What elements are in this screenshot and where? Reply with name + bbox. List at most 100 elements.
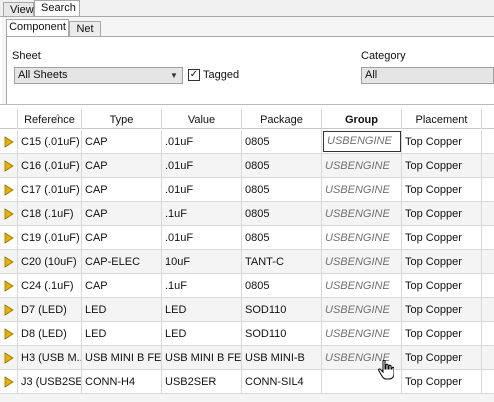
cell-reference[interactable]: H3 (USB M... (18, 346, 82, 370)
cell-placement[interactable]: Top Copper (402, 178, 482, 202)
cell-reference[interactable]: C20 (10uF) (18, 250, 82, 274)
cell-package[interactable]: SOD110 (242, 298, 322, 322)
tagged-checkbox[interactable]: ✓ (188, 69, 200, 81)
cell-type[interactable]: CAP (82, 178, 162, 202)
row-marker[interactable] (0, 154, 18, 178)
table-row[interactable]: C16 (.01uF) CAP .01uF 0805 USBENGINE Top Copp… (0, 154, 494, 178)
cell-group[interactable]: USBENGINE (322, 202, 402, 226)
table-row[interactable] (0, 394, 494, 402)
table-row[interactable]: D8 (LED) LED LED SOD110 USBENGINE Top Copper (0, 322, 494, 346)
cell-reference[interactable]: C18 (.1uF) (18, 202, 82, 226)
category-dropdown[interactable]: All (361, 67, 494, 84)
cell-value[interactable]: 10uF (162, 250, 242, 274)
cell-group[interactable]: USBENGINE (322, 130, 402, 154)
cell-package[interactable]: CONN-SIL4 (242, 370, 322, 394)
cell-value[interactable]: .1uF (162, 202, 242, 226)
row-marker[interactable] (0, 274, 18, 298)
table-row[interactable]: H3 (USB M...USB MINI B FE...USB MINI B F… (0, 346, 494, 370)
cell-placement[interactable]: Top Copper (402, 346, 482, 370)
cell-value[interactable]: .01uF (162, 154, 242, 178)
tab-search[interactable]: Search (34, 0, 80, 17)
cell-package[interactable]: USB MINI-B (242, 346, 322, 370)
cell-type[interactable]: CAP (82, 202, 162, 226)
table-row[interactable]: C15 (.01uF) CAP .01uF 0805 USBENGINE Top Copp… (0, 130, 494, 154)
cell-value[interactable]: LED (162, 322, 242, 346)
header-value[interactable]: Value (162, 109, 242, 129)
cell-type[interactable]: LED (82, 298, 162, 322)
cell-value[interactable]: .01uF (162, 178, 242, 202)
cell-value[interactable]: .1uF (162, 274, 242, 298)
cell-reference[interactable]: C15 (.01uF) (18, 130, 82, 154)
cell-placement[interactable]: Top Copper (402, 130, 482, 154)
cell-placement[interactable]: Top Copper (402, 274, 482, 298)
cell-type[interactable]: USB MINI B FE... (82, 346, 162, 370)
cell-package[interactable]: 0805 (242, 274, 322, 298)
cell-placement[interactable]: Top Copper (402, 154, 482, 178)
row-marker[interactable] (0, 178, 18, 202)
row-marker[interactable] (0, 322, 18, 346)
cell-group[interactable]: USBENGINE (322, 322, 402, 346)
row-marker[interactable] (0, 226, 18, 250)
cell-value[interactable]: LED (162, 298, 242, 322)
cell-package[interactable]: 0805 (242, 154, 322, 178)
header-group[interactable]: Group (322, 109, 402, 129)
cell-value[interactable]: USB MINI B FE... (162, 346, 242, 370)
group-edit-field[interactable]: USBENGINE (323, 131, 401, 152)
cell-placement[interactable]: Top Copper (402, 226, 482, 250)
cell-value[interactable]: USB2SER (162, 370, 242, 394)
table-row[interactable]: D7 (LED) LED LED SOD110 USBENGINE Top Copper (0, 298, 494, 322)
cell-group[interactable]: USBENGINE (322, 250, 402, 274)
cell-group[interactable]: USBENGINE (322, 274, 402, 298)
cell-value[interactable]: .01uF (162, 226, 242, 250)
row-marker[interactable] (0, 346, 18, 370)
cell-package[interactable]: 0805 (242, 178, 322, 202)
header-reference[interactable]: ^ Reference (18, 109, 82, 129)
table-row[interactable]: C24 (.1uF) CAP .1uF 0805 USBENGINE Top Copper (0, 274, 494, 298)
cell-package[interactable]: TANT-C (242, 250, 322, 274)
cell-type[interactable]: LED (82, 322, 162, 346)
cell-reference[interactable]: C16 (.01uF) (18, 154, 82, 178)
cell-reference[interactable]: J3 (USB2SER) (18, 370, 82, 394)
cell-placement[interactable]: Top Copper (402, 370, 482, 394)
cell-group[interactable]: USBENGINE (322, 154, 402, 178)
table-row[interactable]: J3 (USB2SER)CONN-H4USB2SERCONN-SIL4 Top C… (0, 370, 494, 394)
header-type[interactable]: Type (82, 109, 162, 129)
table-row[interactable]: C17 (.01uF) CAP .01uF 0805 USBENGINE Top Copp… (0, 178, 494, 202)
cell-group[interactable]: USBENGINE (322, 226, 402, 250)
sheet-dropdown[interactable]: All Sheets ▼ (14, 67, 183, 84)
cell-package[interactable]: 0805 (242, 130, 322, 154)
tab-view[interactable]: View (3, 2, 34, 17)
cell-package[interactable]: 0805 (242, 226, 322, 250)
cell-placement[interactable]: Top Copper (402, 298, 482, 322)
header-placement[interactable]: Placement (402, 109, 482, 129)
cell-reference[interactable]: C17 (.01uF) (18, 178, 82, 202)
row-marker[interactable] (0, 370, 18, 394)
cell-type[interactable]: CAP (82, 130, 162, 154)
cell-group[interactable]: USBENGINE (322, 298, 402, 322)
cell-reference[interactable]: C24 (.1uF) (18, 274, 82, 298)
chevron-down-icon[interactable]: ▼ (168, 69, 180, 82)
cell-placement[interactable]: Top Copper (402, 202, 482, 226)
cell-package[interactable]: 0805 (242, 202, 322, 226)
cell-placement[interactable]: Top Copper (402, 250, 482, 274)
cell-package[interactable]: SOD110 (242, 322, 322, 346)
table-row[interactable]: C18 (.1uF) CAP .1uF 0805 USBENGINE Top Copper (0, 202, 494, 226)
table-row[interactable]: C19 (.01uF) CAP .01uF 0805 USBENGINE Top Copp… (0, 226, 494, 250)
cell-type[interactable]: CAP (82, 274, 162, 298)
header-package[interactable]: Package (242, 109, 322, 129)
cell-reference[interactable]: D7 (LED) (18, 298, 82, 322)
cell-reference[interactable]: D8 (LED) (18, 322, 82, 346)
cell-placement[interactable]: Top Copper (402, 322, 482, 346)
cell-type[interactable]: CAP-ELEC (82, 250, 162, 274)
cell-value[interactable]: .01uF (162, 130, 242, 154)
table-row[interactable]: C20 (10uF) CAP-ELEC 10uF TANT-C USBENGINE Top… (0, 250, 494, 274)
row-marker[interactable] (0, 202, 18, 226)
cell-reference[interactable]: C19 (.01uF) (18, 226, 82, 250)
row-marker[interactable] (0, 250, 18, 274)
cell-group[interactable]: USBENGINE (322, 178, 402, 202)
cell-type[interactable]: CAP (82, 226, 162, 250)
cell-type[interactable]: CAP (82, 154, 162, 178)
row-marker[interactable] (0, 298, 18, 322)
cell-type[interactable]: CONN-H4 (82, 370, 162, 394)
row-marker[interactable] (0, 130, 18, 154)
